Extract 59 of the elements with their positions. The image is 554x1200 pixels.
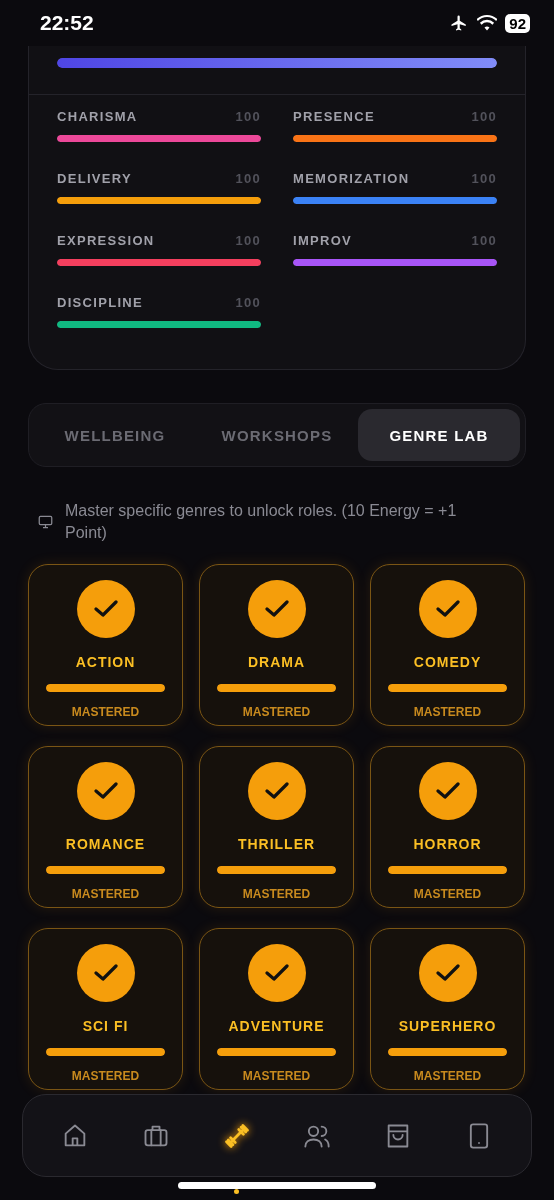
genre-name: ADVENTURE	[228, 1018, 325, 1034]
battery-level: 92	[505, 13, 530, 33]
dumbbell-icon	[222, 1121, 251, 1150]
genre-card[interactable]: HORROR MASTERED	[370, 746, 525, 908]
stat-name: IMPROV	[293, 233, 353, 248]
stat-value: 100	[235, 233, 261, 248]
check-icon	[264, 964, 289, 982]
info-text: Master specific genres to unlock roles. (10 Energy = +1 Point)	[65, 501, 458, 543]
stat-value: 100	[471, 109, 497, 124]
genre-name: THRILLER	[237, 836, 316, 852]
clock: 22:52	[40, 11, 94, 35]
check-icon	[93, 964, 118, 982]
genre-name: SCI FI	[82, 1018, 129, 1034]
genre-card[interactable]: SCI FI MASTERED	[28, 928, 183, 1090]
tab[interactable]: GENRE LAB	[358, 409, 520, 461]
stat-name: CHARISMA	[57, 109, 138, 124]
check-icon	[264, 782, 289, 800]
stat-value: 100	[235, 109, 261, 124]
genre-status: MASTERED	[413, 705, 482, 719]
genre-status: MASTERED	[242, 887, 311, 901]
tab[interactable]: WELLBEING	[34, 409, 196, 461]
stat-name: MEMORIZATION	[293, 171, 410, 186]
genre-name: HORROR	[413, 836, 482, 852]
genre-card[interactable]: ADVENTURE MASTERED	[199, 928, 354, 1090]
check-icon	[264, 600, 289, 618]
genre-status: MASTERED	[413, 1069, 482, 1083]
genre-card[interactable]: THRILLER MASTERED	[199, 746, 354, 908]
stat-value: 100	[235, 295, 261, 310]
genre-status: MASTERED	[71, 1069, 140, 1083]
check-icon	[435, 782, 460, 800]
stat-value: 100	[471, 171, 497, 186]
stat-name: DISCIPLINE	[57, 295, 143, 310]
stat-value: 100	[471, 233, 497, 248]
check-icon	[435, 600, 460, 618]
genre-status: MASTERED	[71, 887, 140, 901]
check-icon	[93, 600, 118, 618]
monitor-icon	[38, 515, 53, 529]
stat-name: PRESENCE	[293, 109, 375, 124]
genre-name: COMEDY	[413, 654, 482, 670]
genre-status: MASTERED	[242, 705, 311, 719]
stat-name: EXPRESSION	[57, 233, 155, 248]
genre-name: SUPERHERO	[398, 1018, 497, 1034]
genre-card[interactable]: ROMANCE MASTERED	[28, 746, 183, 908]
genre-card[interactable]: DRAMA MASTERED	[199, 564, 354, 726]
genre-name: DRAMA	[247, 654, 306, 670]
genre-card[interactable]: ACTION MASTERED	[28, 564, 183, 726]
genre-status: MASTERED	[413, 887, 482, 901]
stat-value: 100	[235, 171, 261, 186]
genre-status: MASTERED	[242, 1069, 311, 1083]
genre-card[interactable]: SUPERHERO MASTERED	[370, 928, 525, 1090]
check-icon	[93, 782, 118, 800]
genre-status: MASTERED	[71, 705, 140, 719]
stat-name: DELIVERY	[57, 171, 132, 186]
tab[interactable]: WORKSHOPS	[196, 409, 358, 461]
check-icon	[435, 964, 460, 982]
genre-name: ACTION	[75, 654, 136, 670]
wifi-icon	[477, 15, 498, 31]
genre-name: ROMANCE	[65, 836, 146, 852]
genre-card[interactable]: COMEDY MASTERED	[370, 564, 525, 726]
